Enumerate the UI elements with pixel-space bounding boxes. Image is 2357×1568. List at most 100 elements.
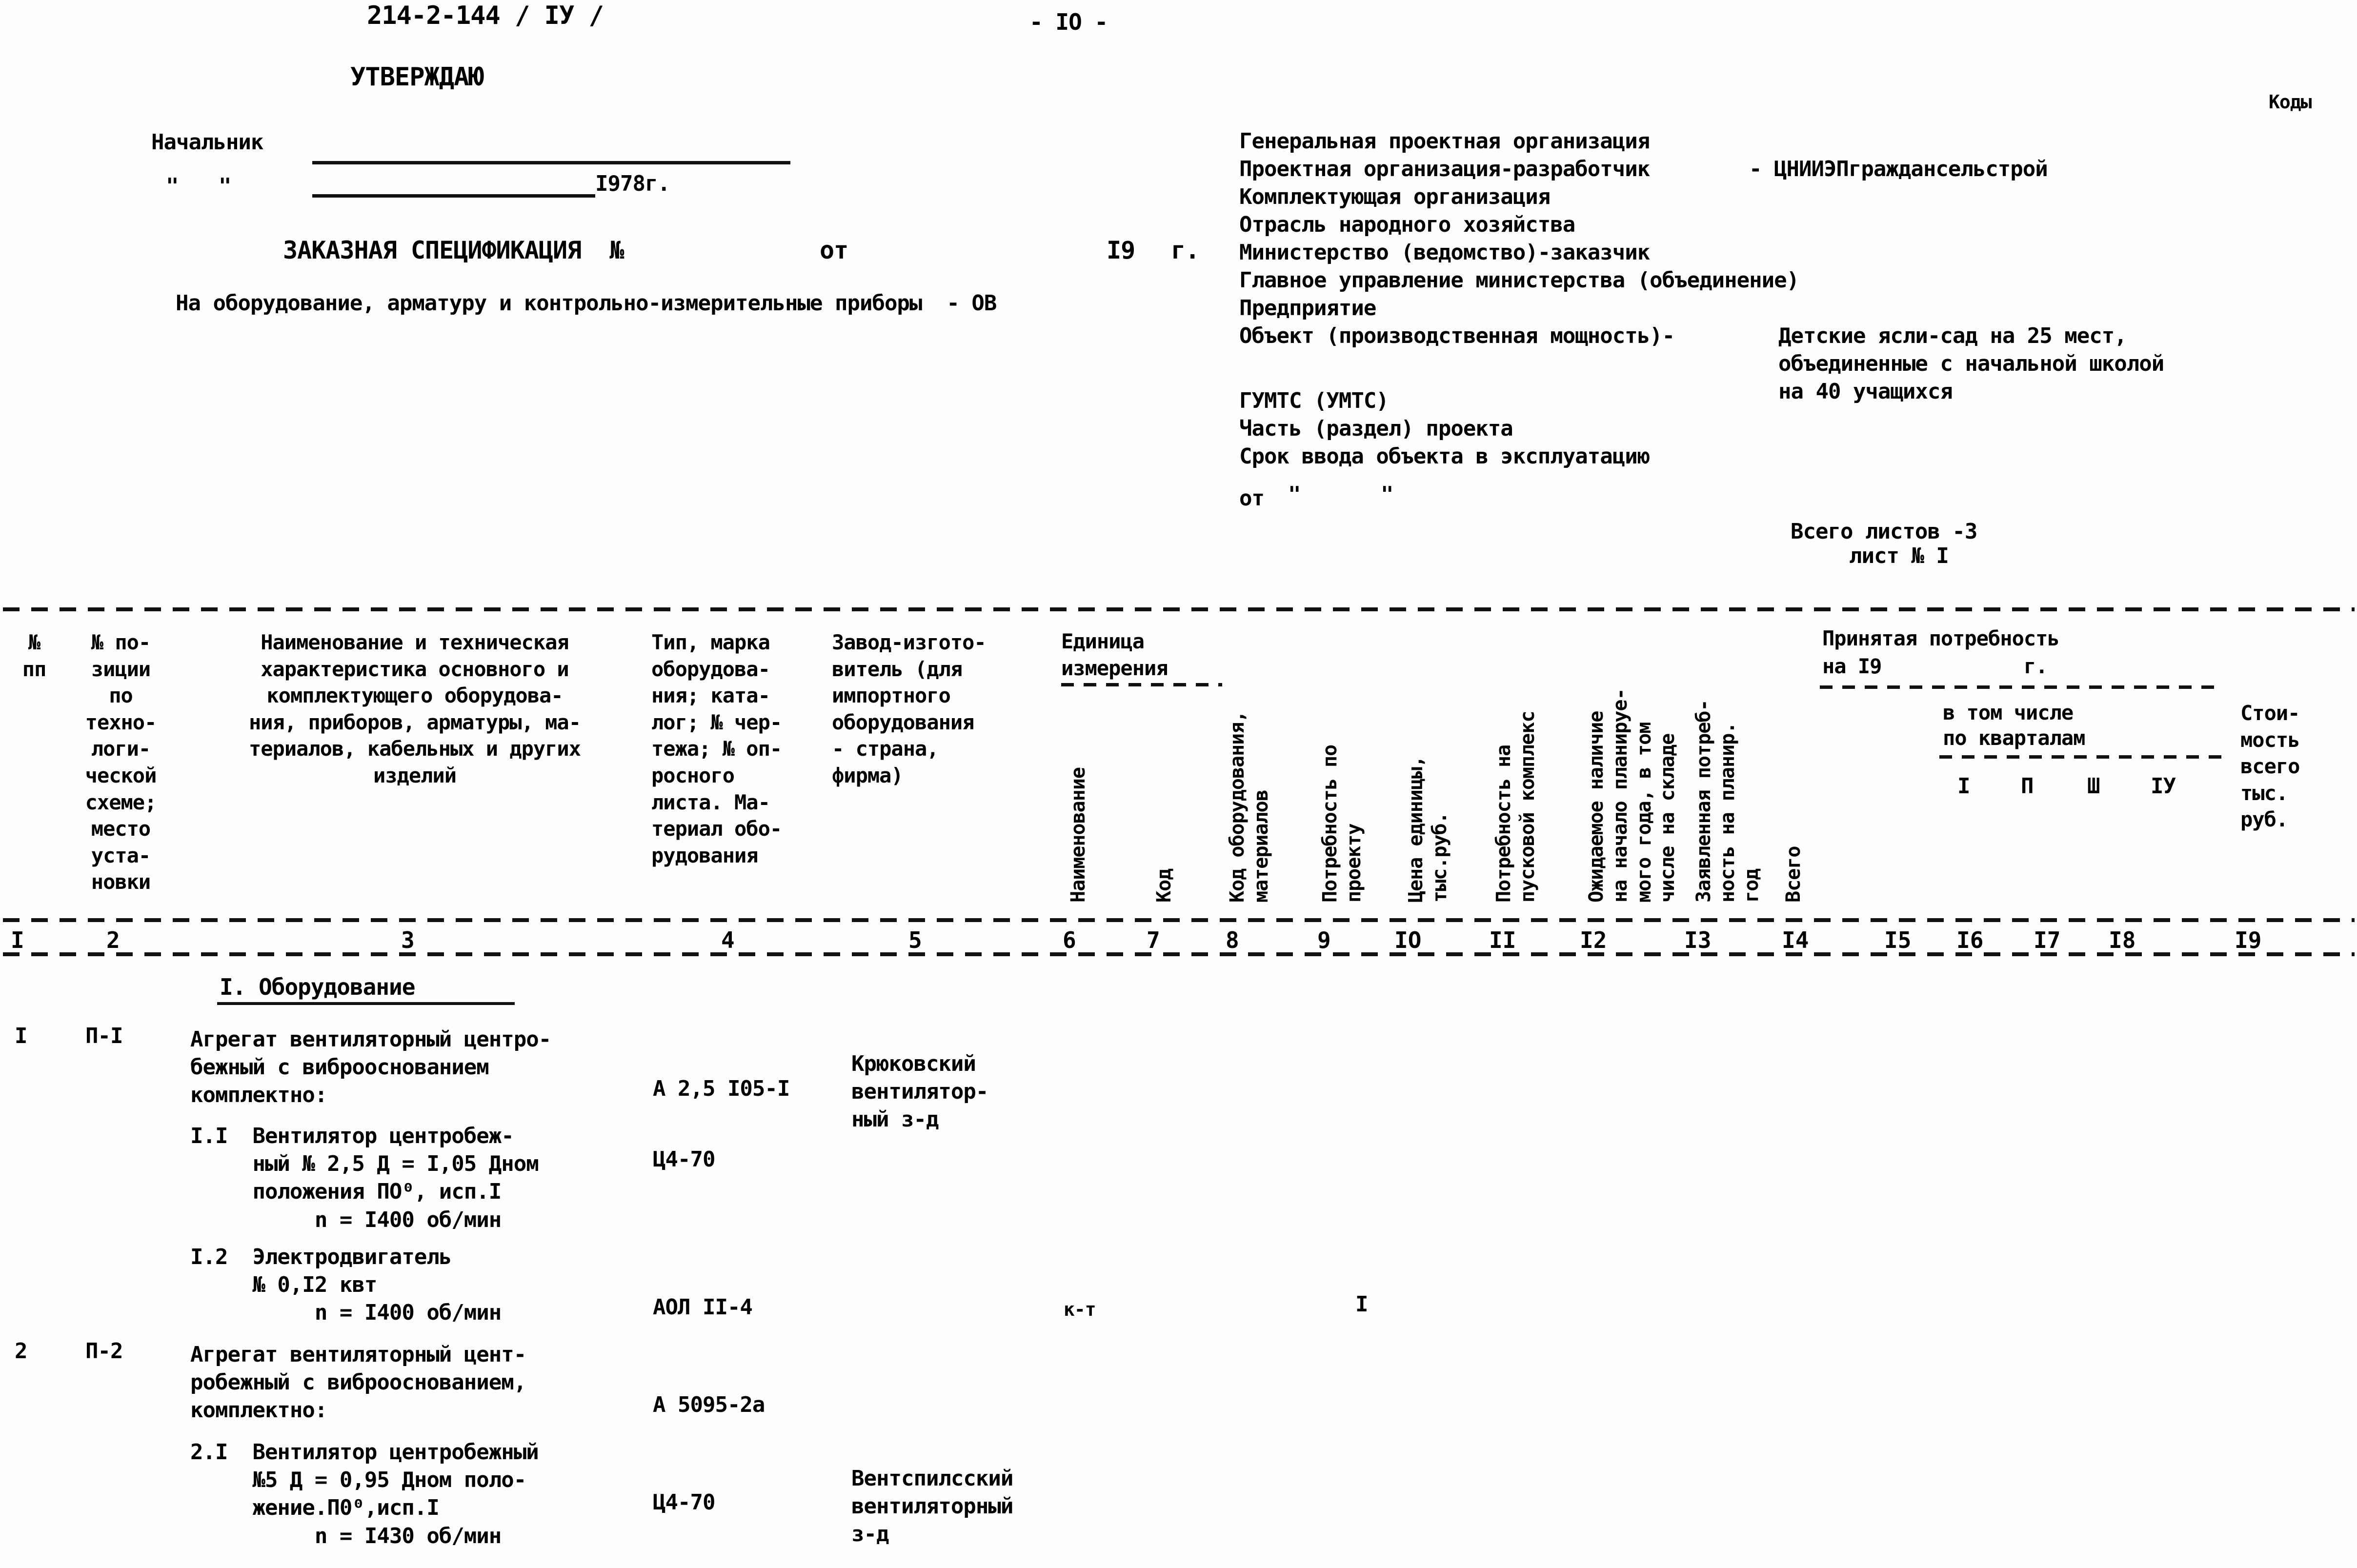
row-1-type: А 2,5 I05-I	[653, 1076, 790, 1101]
date-quote-open: "	[166, 174, 179, 199]
row-3-name: I.2 Электродвигатель № 0,I2 квт n = I400…	[190, 1245, 502, 1326]
row-4-position: П-2	[85, 1339, 123, 1364]
row-4-name: Агрегат вентиляторный цент- робежный с в…	[190, 1342, 526, 1423]
table-header-quarter-1: I	[1957, 774, 1970, 799]
row-4-type: А 5095-2а	[653, 1392, 765, 1417]
table-header-col5: Завод-изгото- витель (для импортного обо…	[832, 630, 987, 787]
from-quote-open: "	[1288, 482, 1301, 507]
column-number-12: I2	[1580, 927, 1607, 953]
object-value-line2: объединенные с начальной школой	[1778, 351, 2164, 376]
column-number-10: IО	[1394, 927, 1422, 953]
quarters-group-divider	[1939, 755, 2227, 759]
column-number-8: 8	[1226, 927, 1239, 953]
object-value-line1: Детские ясли-сад на 25 мест,	[1778, 323, 2127, 348]
table-header-accepted-group-line1: Принятая потребность	[1822, 626, 2060, 650]
column-number-16: I6	[1956, 927, 1984, 953]
year-suffix: I978г.	[595, 171, 670, 196]
org-field-gumts: ГУМТС (УМТС)	[1239, 388, 1389, 413]
table-header-col12: Ожидаемое наличие на начало планируе- мо…	[1585, 688, 1679, 903]
table-top-border	[3, 607, 2355, 611]
table-header-col11: Потребность на пусковой комплекс	[1492, 711, 1539, 903]
row-4-no: 2	[15, 1339, 27, 1364]
document-number: 214-2-144 / IУ /	[367, 1, 604, 30]
org-field-designer-org-value: - ЦНИИЭПграждансельстрой	[1749, 157, 2048, 181]
date-input-line[interactable]	[312, 194, 595, 198]
chief-label: Начальник	[151, 130, 263, 155]
spec-from-label: от	[820, 236, 848, 264]
column-number-11: II	[1489, 927, 1516, 953]
object-value-line3: на 40 учащихся	[1778, 379, 1953, 404]
row-5-type: Ц4-70	[653, 1490, 715, 1515]
column-number-18: I8	[2109, 927, 2136, 953]
table-header-quarters-group-line2: по кварталам	[1943, 726, 2085, 750]
column-number-7: 7	[1147, 927, 1160, 953]
spec-title: ЗАКАЗНАЯ СПЕЦИФИКАЦИЯ №	[283, 236, 624, 264]
org-field-enterprise: Предприятие	[1239, 296, 1376, 321]
table-header-col9: Потребность по проекту	[1319, 744, 1365, 903]
org-field-supply-org: Комплектующая организация	[1239, 184, 1551, 209]
column-number-15: I5	[1884, 927, 1912, 953]
approval-label: УТВЕРЖДАЮ	[350, 62, 484, 92]
table-header-accepted-group-line2: на I9 г.	[1822, 654, 2048, 678]
column-number-14: I4	[1782, 927, 1809, 953]
section-title-underline	[217, 1002, 515, 1005]
table-header-col13: Заявленная потреб- ность на планир. год	[1692, 700, 1763, 903]
table-header-col14: Всего	[1782, 846, 1805, 903]
column-number-1: I	[11, 927, 24, 953]
table-header-col19: Стои- мость всего тыс. руб.	[2240, 701, 2300, 832]
subject-line: На оборудование, арматуру и контрольно-и…	[176, 291, 997, 316]
column-number-2: 2	[106, 927, 120, 953]
org-field-commissioning-date: Срок ввода объекта в эксплуатацию	[1239, 444, 1650, 469]
table-header-unit-group: Единица измерения	[1061, 629, 1168, 680]
table-header-col3: Наименование и техническая характеристик…	[248, 630, 581, 787]
row-3-unit-name: к-т	[1064, 1299, 1096, 1320]
column-number-6: 6	[1063, 927, 1076, 953]
page-number: - IО -	[1029, 9, 1108, 35]
column-number-4: 4	[721, 927, 735, 953]
table-header-col6: Наименование	[1067, 767, 1089, 903]
sheet-number: лист № I	[1849, 543, 1949, 568]
codes-label: Коды	[2269, 91, 2312, 113]
unit-group-divider	[1061, 683, 1222, 686]
table-header-col10: Цена единицы, тыс.руб.	[1405, 756, 1451, 903]
column-number-5: 5	[908, 927, 922, 953]
row-1-position: П-I	[85, 1024, 123, 1048]
accepted-group-divider	[1820, 685, 2215, 689]
column-number-9: 9	[1317, 927, 1331, 953]
row-5-name: 2.I Вентилятор центробежный №5 Д = 0,95 …	[190, 1440, 539, 1548]
row-2-type: Ц4-70	[653, 1147, 715, 1172]
row-3-type: АОЛ II-4	[653, 1295, 753, 1320]
org-field-object: Объект (производственная мощность)-	[1239, 323, 1675, 348]
table-header-col7: Код	[1153, 868, 1175, 903]
org-field-project-part: Часть (раздел) проекта	[1239, 416, 1513, 441]
from-label: от	[1239, 486, 1265, 511]
from-quote-close: "	[1381, 482, 1393, 507]
table-header-col1: № пп	[22, 630, 47, 681]
table-header-quarter-4: IУ	[2151, 774, 2176, 799]
org-field-main-directorate: Главное управление министерства (объедин…	[1239, 268, 1799, 293]
column-number-19: I9	[2235, 927, 2262, 953]
org-field-general-design-org: Генеральная проектная организация	[1239, 129, 1650, 154]
org-field-ministry-customer: Министерство (ведомство)-заказчик	[1239, 240, 1650, 265]
column-number-row-top-border	[3, 918, 2355, 922]
table-header-col4: Тип, марка оборудова- ния; ката- лог; № …	[651, 630, 782, 867]
column-number-17: I7	[2034, 927, 2061, 953]
column-number-row-bottom-border	[3, 952, 2355, 956]
table-header-quarter-3: Ш	[2087, 774, 2100, 799]
table-row: I	[15, 1024, 27, 1048]
table-header-quarters-group-line1: в том числе	[1943, 701, 2074, 724]
org-field-industry-branch: Отрасль народного хозяйства	[1239, 212, 1575, 237]
column-number-3: 3	[401, 927, 415, 953]
row-1-maker: Крюковский вентилятор- ный з-д	[851, 1051, 988, 1132]
row-3-need-project: I	[1355, 1292, 1368, 1317]
spec-year: I9	[1107, 236, 1135, 264]
section-title-equipment: I. Оборудование	[220, 974, 415, 1000]
column-number-13: I3	[1684, 927, 1712, 953]
table-header-col2: № по- зиции по техно- логи- ческой схеме…	[85, 630, 157, 894]
table-header-col8: Код оборудования, материалов	[1226, 711, 1272, 903]
row-1-name: Агрегат вентиляторный центро- бежный с в…	[190, 1027, 551, 1108]
scanned-document-page: 214-2-144 / IУ / - IО - Коды УТВЕРЖДАЮ Н…	[0, 0, 2357, 1568]
spec-year-suffix: г.	[1171, 236, 1200, 264]
table-header-quarter-2: П	[2021, 774, 2034, 799]
chief-signature-line[interactable]	[312, 161, 790, 164]
